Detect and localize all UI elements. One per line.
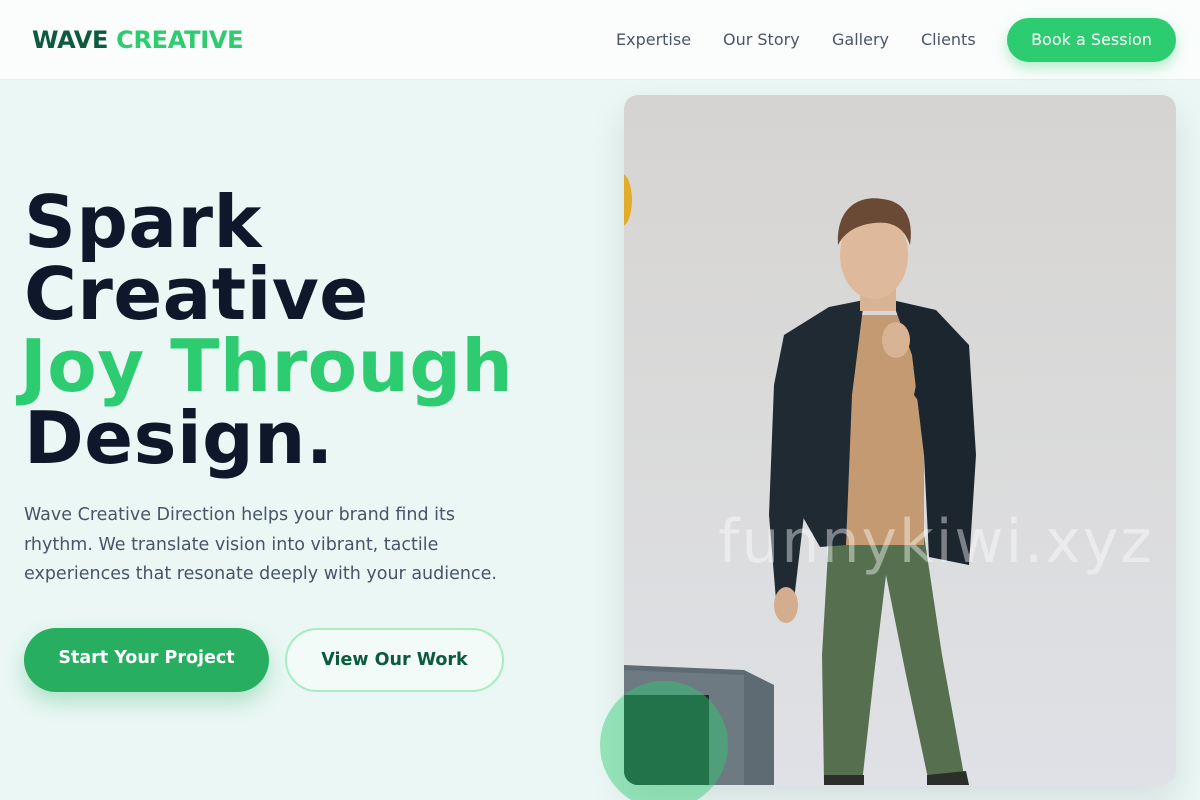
headline-line-4: Design. <box>24 396 334 480</box>
headline-accent-line: Joy Through <box>20 324 514 408</box>
yellow-object <box>624 174 632 226</box>
headline-line-1: Spark <box>24 180 262 264</box>
view-work-button[interactable]: View Our Work <box>285 628 504 692</box>
headline-line-2: Creative <box>24 252 369 336</box>
hero-description: Wave Creative Direction helps your brand… <box>24 505 497 584</box>
nav-link-expertise[interactable]: Expertise <box>616 29 691 51</box>
image-watermark: funnykiwi.xyz <box>718 507 1154 577</box>
man-in-blazer-illustration <box>624 174 976 785</box>
book-session-button[interactable]: Book a Session <box>1007 18 1176 62</box>
nav-link-clients[interactable]: Clients <box>921 29 976 51</box>
decorative-green-circle <box>600 681 728 800</box>
hero-headline: Spark Creative Joy Through Design. <box>20 180 604 480</box>
hero-photo: funnykiwi.xyz <box>624 95 1176 785</box>
nav-link-gallery[interactable]: Gallery <box>832 29 889 51</box>
start-project-button[interactable]: Start Your Project <box>24 628 269 692</box>
nav-link-our-story[interactable]: Our Story <box>723 29 800 51</box>
site-header: WAVE CREATIVE Expertise Our Story Galler… <box>0 0 1200 80</box>
